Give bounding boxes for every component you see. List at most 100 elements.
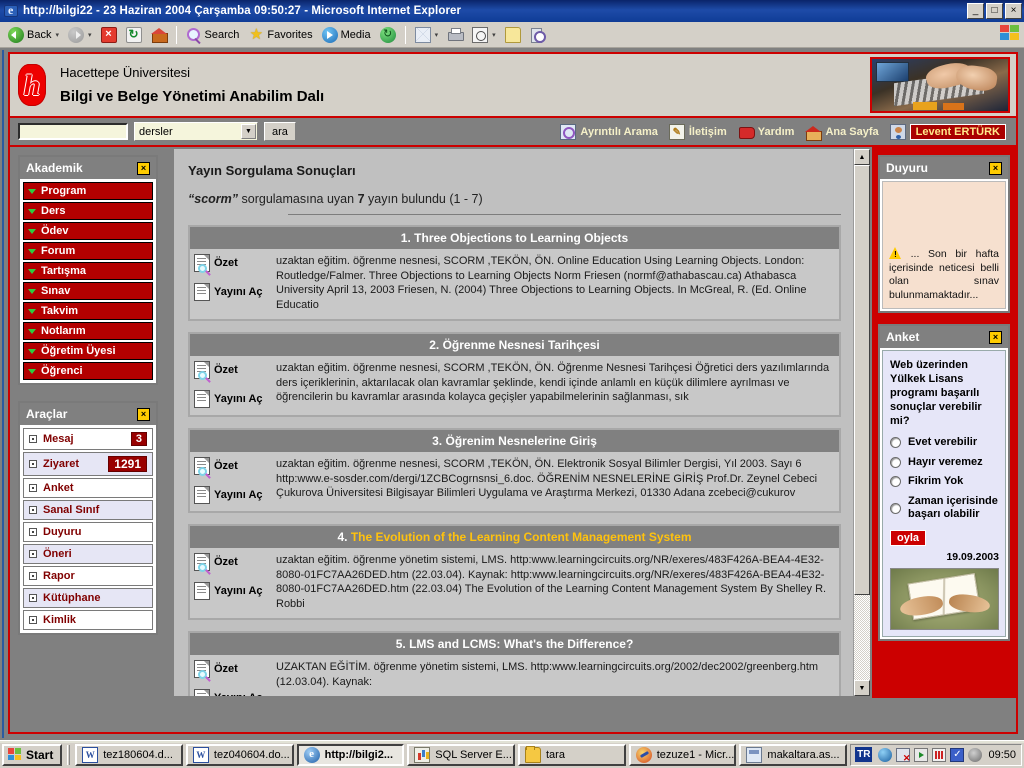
sidebar-item-odev[interactable]: Ödev	[23, 222, 153, 240]
media-tray-icon[interactable]	[914, 747, 929, 762]
scrollbar-thumb[interactable]	[854, 165, 870, 595]
open-publication-link[interactable]: Yayını Aç	[194, 390, 272, 408]
taskbar-item[interactable]: tez040604.do...	[185, 743, 294, 766]
maximize-button[interactable]: □	[986, 3, 1003, 19]
result-title[interactable]: Three Objections to Learning Objects	[414, 231, 628, 245]
taskbar-item-active[interactable]: http://bilgi2...	[296, 743, 405, 766]
edit-dropdown-icon[interactable]: ▾	[492, 31, 496, 39]
sidebar-item-ogrenci[interactable]: Öğrenci	[23, 362, 153, 380]
sidebar-item-ders[interactable]: Ders	[23, 202, 153, 220]
open-publication-link[interactable]: Yayını Aç	[194, 689, 272, 696]
clock[interactable]: 09:50	[988, 749, 1016, 761]
open-publication-link[interactable]: Yayını Aç	[194, 486, 272, 504]
radio-icon[interactable]	[890, 437, 901, 449]
forward-button[interactable]: ▾	[64, 24, 96, 46]
close-icon[interactable]: ×	[989, 330, 1002, 344]
poll-option[interactable]: Zaman içerisinde başarı olabilir	[890, 495, 999, 522]
abstract-link[interactable]: Özet	[194, 361, 272, 383]
start-button[interactable]: Start	[2, 743, 63, 766]
sidebar-item-rapor[interactable]: Rapor	[23, 566, 153, 586]
abstract-link[interactable]: Özet	[194, 660, 272, 682]
minimize-button[interactable]: _	[967, 3, 984, 19]
taskbar-item[interactable]: tezuze1 - Micr...	[628, 743, 737, 766]
taskbar-item[interactable]: tara	[518, 743, 626, 766]
sidebar-item-ogretim-uyesi[interactable]: Öğretim Üyesi	[23, 342, 153, 360]
result-header[interactable]: 4. The Evolution of the Learning Content…	[190, 526, 839, 548]
scroll-down-button[interactable]: ▼	[854, 680, 870, 696]
network-disconnected-icon[interactable]	[896, 747, 911, 764]
sidebar-item-kimlik[interactable]: Kimlik	[23, 610, 153, 630]
volume-tray-icon[interactable]	[968, 747, 983, 762]
search-scope-select[interactable]: dersler ▼	[134, 122, 258, 141]
edit-button[interactable]: ▾	[468, 24, 500, 46]
result-title[interactable]: Öğrenim Nesnelerine Giriş	[445, 434, 596, 448]
sidebar-item-tartisma[interactable]: Tartışma	[23, 262, 153, 280]
radio-icon[interactable]	[890, 456, 901, 468]
result-header[interactable]: 1. Three Objections to Learning Objects	[190, 227, 839, 249]
sidebar-item-anket[interactable]: Anket	[23, 478, 153, 498]
sidebar-item-forum[interactable]: Forum	[23, 242, 153, 260]
taskbar-item[interactable]: makaltara.as...	[739, 743, 848, 766]
taskbar-item[interactable]: tez180604.d...	[75, 743, 183, 766]
favorites-button[interactable]: Favorites	[244, 24, 316, 46]
sidebar-item-duyuru[interactable]: Duyuru	[23, 522, 153, 542]
discuss-button[interactable]	[501, 24, 525, 46]
vote-button[interactable]: oyla	[890, 529, 927, 546]
mail-button[interactable]: ▾	[411, 24, 443, 46]
result-title[interactable]: The Evolution of the Learning Content Ma…	[351, 530, 692, 544]
stop-button[interactable]	[97, 24, 121, 46]
result-header[interactable]: 5. LMS and LCMS: What's the Difference?	[190, 633, 839, 655]
sidebar-item-sanal-sinif[interactable]: Sanal Sınıf	[23, 500, 153, 520]
nav-item-detailed-search[interactable]: Ayrıntılı Arama	[560, 123, 658, 140]
result-header[interactable]: 2. Öğrenme Nesnesi Tarihçesi	[190, 334, 839, 356]
search-input[interactable]	[18, 123, 128, 140]
back-dropdown-icon[interactable]: ▾	[55, 31, 59, 39]
nav-item-contact[interactable]: İletişim	[668, 123, 727, 140]
results-scrollbar[interactable]: ▲ ▼	[853, 149, 870, 696]
sidebar-item-notlarim[interactable]: Notlarım	[23, 322, 153, 340]
sidebar-item-takvim[interactable]: Takvim	[23, 302, 153, 320]
sidebar-item-ziyaret[interactable]: Ziyaret 1291	[23, 452, 153, 476]
result-title[interactable]: LMS and LCMS: What's the Difference?	[409, 637, 633, 651]
scrollbar-track[interactable]	[854, 165, 870, 680]
poll-option[interactable]: Evet verebilir	[890, 436, 999, 450]
poll-option[interactable]: Fikrim Yok	[890, 475, 999, 489]
result-title[interactable]: Öğrenme Nesnesi Tarihçesi	[443, 338, 600, 352]
close-icon[interactable]: ×	[137, 161, 150, 175]
abstract-link[interactable]: Özet	[194, 553, 272, 575]
nav-item-home[interactable]: Ana Sayfa	[805, 124, 879, 141]
language-indicator[interactable]: TR	[855, 747, 873, 762]
close-icon[interactable]: ×	[137, 407, 150, 421]
close-icon[interactable]: ×	[989, 161, 1002, 175]
sidebar-item-mesaj[interactable]: Mesaj 3	[23, 428, 153, 450]
abstract-link[interactable]: Özet	[194, 254, 272, 276]
sidebar-item-program[interactable]: Program	[23, 182, 153, 200]
abstract-link[interactable]: Özet	[194, 457, 272, 479]
back-button[interactable]: Back ▾	[4, 24, 63, 46]
sidebar-item-kutuphane[interactable]: Kütüphane	[23, 588, 153, 608]
forward-dropdown-icon[interactable]: ▾	[88, 31, 92, 39]
scroll-up-button[interactable]: ▲	[854, 149, 870, 165]
nav-item-help[interactable]: Yardım	[738, 124, 794, 140]
history-button[interactable]	[376, 24, 400, 46]
globe-tray-icon[interactable]	[878, 747, 893, 762]
updates-tray-icon[interactable]	[950, 747, 965, 762]
chevron-down-icon[interactable]: ▼	[241, 124, 256, 139]
result-header[interactable]: 3. Öğrenim Nesnelerine Giriş	[190, 430, 839, 452]
radio-icon[interactable]	[890, 502, 901, 514]
search-submit-button[interactable]: ara	[264, 122, 296, 141]
taskbar-item[interactable]: SQL Server E...	[407, 743, 515, 766]
refresh-button[interactable]	[122, 24, 146, 46]
open-publication-link[interactable]: Yayını Aç	[194, 582, 272, 600]
sidebar-item-oneri[interactable]: Öneri	[23, 544, 153, 564]
research-button[interactable]	[526, 24, 550, 46]
media-button[interactable]: Media	[318, 24, 375, 46]
radio-icon[interactable]	[890, 476, 901, 488]
poll-option[interactable]: Hayır veremez	[890, 456, 999, 470]
close-button[interactable]: ×	[1005, 3, 1022, 19]
open-publication-link[interactable]: Yayını Aç	[194, 283, 272, 301]
home-button[interactable]	[147, 24, 171, 46]
print-button[interactable]	[443, 24, 467, 46]
monitor-tray-icon[interactable]	[932, 747, 947, 762]
user-block[interactable]: Levent ERTÜRK	[889, 123, 1006, 140]
